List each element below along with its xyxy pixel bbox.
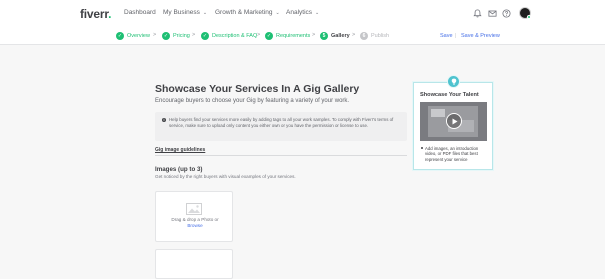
online-status-dot xyxy=(527,15,531,19)
step-pricing[interactable]: ✓ Pricing xyxy=(162,31,190,40)
nav-dashboard[interactable]: Dashboard xyxy=(124,9,156,16)
check-icon: ✓ xyxy=(116,31,124,40)
images-section-subtext: Get noticed by the right buyers with vis… xyxy=(155,174,296,179)
lightbulb-icon xyxy=(447,75,460,88)
play-icon[interactable] xyxy=(446,113,462,129)
chevron-down-icon: ⌄ xyxy=(275,10,280,16)
step-overview[interactable]: ✓ Overview xyxy=(116,31,150,40)
top-navigation-bar: fiverr. Dashboard My Business ⌄ Growth & … xyxy=(0,0,605,28)
nav-my-business[interactable]: My Business ⌄ xyxy=(163,9,207,16)
video-preview-panel xyxy=(431,109,445,117)
help-icon[interactable] xyxy=(502,9,511,18)
step-description-faq[interactable]: ✓ Description & FAQ xyxy=(201,31,257,40)
check-icon: ✓ xyxy=(265,31,273,40)
browse-link[interactable]: Browse xyxy=(156,223,234,229)
page-subtitle: Encourage buyers to choose your Gig by f… xyxy=(155,98,350,104)
image-icon xyxy=(186,203,202,215)
showcase-tip-title: Showcase Your Talent xyxy=(420,92,479,98)
check-icon: ✓ xyxy=(201,31,209,40)
step-number-badge: 5 xyxy=(320,31,328,40)
gig-image-guidelines-link[interactable]: Gig image guidelines xyxy=(155,147,205,153)
showcase-tip-text: Add images, an introduction video, or PD… xyxy=(425,146,479,162)
nav-growth-marketing[interactable]: Growth & Marketing ⌄ xyxy=(215,9,280,16)
step-separator-icon: > xyxy=(192,32,196,38)
chevron-down-icon: ⌄ xyxy=(202,10,208,16)
step-gallery[interactable]: 5 Gallery xyxy=(320,31,350,40)
divider: | xyxy=(455,33,457,39)
mail-icon[interactable] xyxy=(488,9,497,18)
page-title: Showcase Your Services In A Gig Gallery xyxy=(155,83,360,95)
step-separator-icon: > xyxy=(257,32,261,38)
bullet-icon xyxy=(421,147,423,149)
image-dropzone[interactable]: Drag & drop a Photo or Browse xyxy=(155,191,233,242)
chevron-down-icon: ⌄ xyxy=(315,10,320,16)
step-separator-icon: > xyxy=(312,32,316,38)
step-number-badge: 6 xyxy=(360,31,368,40)
step-separator-icon: > xyxy=(153,32,157,38)
nav-analytics[interactable]: Analytics ⌄ xyxy=(286,9,319,16)
bell-icon[interactable] xyxy=(473,9,482,18)
step-publish: 6 Publish xyxy=(360,31,389,40)
save-and-preview-button[interactable]: Save & Preview xyxy=(461,33,500,39)
info-icon: i xyxy=(162,118,166,122)
images-section-heading: Images (up to 3) xyxy=(155,166,203,173)
dropzone-text: Drag & drop a Photo or Browse xyxy=(156,217,234,229)
step-requirements[interactable]: ✓ Requirements xyxy=(265,31,310,40)
divider xyxy=(155,155,407,156)
fiverr-logo[interactable]: fiverr. xyxy=(80,7,112,21)
step-separator-icon: > xyxy=(352,32,356,38)
save-button[interactable]: Save xyxy=(440,33,453,39)
gig-creation-stepper: ✓ Overview > ✓ Pricing > ✓ Description &… xyxy=(0,27,605,45)
check-icon: ✓ xyxy=(162,31,170,40)
info-notice-text: Help buyers find your services more easi… xyxy=(169,117,394,128)
info-notice: i Help buyers find your services more ea… xyxy=(155,112,407,141)
